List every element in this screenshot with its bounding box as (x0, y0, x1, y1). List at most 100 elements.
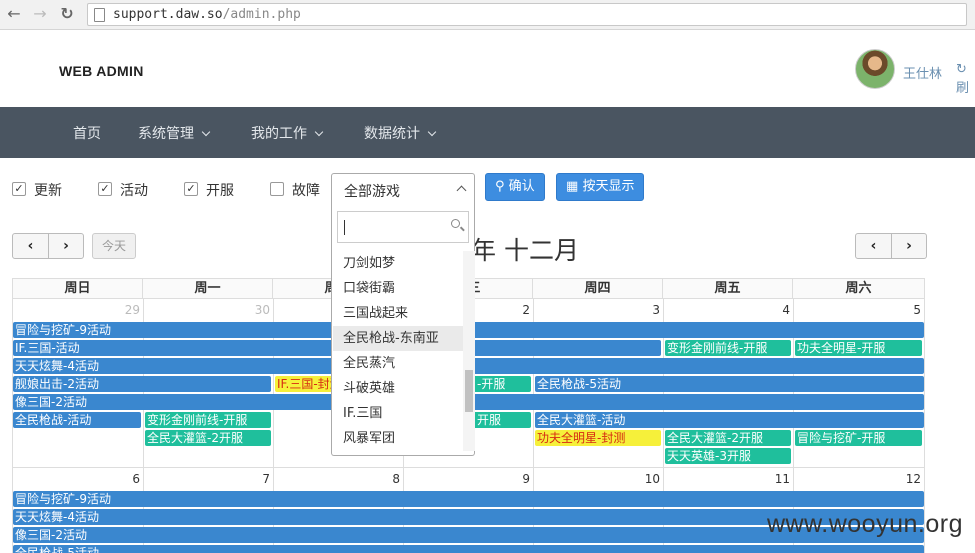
day-number[interactable]: 3 (533, 301, 663, 319)
day-number[interactable]: 8 (273, 470, 403, 488)
event-bar[interactable]: 全民大灌篮-活动 (535, 412, 924, 428)
dropdown-option[interactable]: 口袋街霸 (333, 276, 463, 301)
username-link[interactable]: 王仕林 (903, 63, 942, 82)
forward-arrow-icon[interactable]: → (28, 3, 52, 25)
game-select[interactable]: 全部游戏 (331, 173, 475, 205)
calendar-title: 年 十二月 (471, 236, 579, 265)
day-number[interactable]: 12 (793, 470, 924, 488)
event-bar[interactable]: 全民枪战-5活动 (13, 545, 924, 553)
next-year-button[interactable]: › (891, 234, 926, 258)
nav-system-label: 系统管理 (138, 126, 194, 142)
weekday-header: 周六 (793, 279, 925, 299)
main-navbar: 首页 系统管理 我的工作 数据统计 (0, 107, 975, 158)
checkbox-activity[interactable]: ✓ (98, 182, 112, 196)
event-bar[interactable]: 功夫全明星-封测 (535, 430, 661, 446)
confirm-button[interactable]: ⚲ 确认 (485, 173, 545, 201)
game-dropdown: 刀剑如梦 口袋街霸 三国战起来 全民枪战-东南亚 全民蒸汽 斗破英雄 IF.三国… (331, 205, 475, 456)
refresh-link[interactable]: ↻刷 (956, 62, 975, 96)
day-number[interactable]: 10 (533, 470, 663, 488)
chevron-down-icon (314, 127, 324, 137)
nav-stats[interactable]: 数据统计 (364, 123, 437, 143)
dropdown-scrollbar-thumb[interactable] (465, 370, 473, 412)
weekday-header: 周五 (663, 279, 793, 299)
event-bar[interactable]: 全民枪战-活动 (13, 412, 141, 428)
confirm-button-label: 确认 (508, 179, 535, 194)
brand-logo[interactable]: WEB ADMIN (59, 63, 144, 79)
refresh-label: 刷 (956, 81, 970, 96)
nav-home[interactable]: 首页 (73, 123, 101, 143)
weekday-header: 周四 (533, 279, 663, 299)
checkbox-update[interactable]: ✓ (12, 182, 26, 196)
calendar-icon: ▦ (566, 179, 579, 194)
event-bar[interactable]: 变形金刚前线-开服 (665, 340, 791, 356)
browser-toolbar: ← → ↻ support.daw.so/admin.php (0, 0, 975, 30)
checkbox-fault[interactable] (270, 182, 284, 196)
nav-my-work[interactable]: 我的工作 (251, 123, 324, 143)
prev-next-group: ‹ › (12, 233, 84, 259)
dropdown-option[interactable]: 全民蒸汽 (333, 351, 463, 376)
day-number[interactable]: 11 (663, 470, 793, 488)
prev-month-button[interactable]: ‹ (13, 234, 48, 258)
grid-line (12, 467, 925, 468)
day-number[interactable]: 7 (143, 470, 273, 488)
day-number[interactable]: 9 (403, 470, 533, 488)
by-day-button-label: 按天显示 (582, 179, 635, 194)
checkbox-fault-label: 故障 (292, 183, 320, 199)
event-bar[interactable]: 功夫全明星-开服 (795, 340, 922, 356)
dropdown-option[interactable]: 刀剑如梦 (333, 251, 463, 276)
url-path: /admin.php (222, 7, 301, 22)
checkbox-launch[interactable]: ✓ (184, 182, 198, 196)
url-host: support.daw.so (113, 7, 223, 22)
chevron-down-icon (427, 127, 437, 137)
weekday-header: 周日 (12, 279, 143, 299)
dropdown-option[interactable]: 斗破英雄 (333, 376, 463, 401)
chevron-down-icon (201, 127, 211, 137)
checkbox-launch-label: 开服 (206, 183, 234, 199)
dropdown-scrollbar[interactable] (463, 251, 475, 451)
event-bar[interactable]: 变形金刚前线-开服 (145, 412, 271, 428)
event-bar[interactable]: 全民大灌篮-2开服 (665, 430, 791, 446)
refresh-icon: ↻ (956, 62, 967, 77)
reload-icon[interactable]: ↻ (55, 3, 79, 25)
page: ← → ↻ support.daw.so/admin.php WEB ADMIN… (0, 0, 975, 553)
day-number[interactable]: 4 (663, 301, 793, 319)
event-bar[interactable]: 冒险与挖矿-开服 (795, 430, 922, 446)
url-text: support.daw.so/admin.php (113, 7, 301, 22)
dropdown-search-input[interactable] (337, 211, 469, 243)
dropdown-option[interactable]: 三国战起来 (333, 301, 463, 326)
search-icon (451, 219, 460, 228)
prev-next-group-right: ‹ › (855, 233, 927, 259)
today-button[interactable]: 今天 (92, 233, 136, 259)
user-avatar[interactable] (855, 49, 895, 89)
day-number[interactable]: 29 (12, 301, 143, 319)
back-arrow-icon[interactable]: ← (2, 3, 26, 25)
dropdown-list: 刀剑如梦 口袋街霸 三国战起来 全民枪战-东南亚 全民蒸汽 斗破英雄 IF.三国… (333, 251, 463, 451)
event-bar[interactable]: 全民枪战-5活动 (535, 376, 924, 392)
day-number[interactable]: 5 (793, 301, 924, 319)
dropdown-option[interactable]: IF.三国 (333, 401, 463, 426)
text-cursor (344, 220, 345, 235)
dropdown-option-highlighted[interactable]: 全民枪战-东南亚 (333, 326, 463, 351)
next-month-button[interactable]: › (48, 234, 83, 258)
address-bar[interactable]: support.daw.so/admin.php (87, 3, 967, 26)
event-bar[interactable]: 舰娘出击-2活动 (13, 376, 271, 392)
chevron-up-icon (456, 185, 467, 196)
day-number[interactable]: 6 (12, 470, 143, 488)
page-icon (94, 8, 105, 22)
prev-year-button[interactable]: ‹ (856, 234, 891, 258)
nav-my-work-label: 我的工作 (251, 126, 307, 142)
watermark: www.wooyun.org (767, 510, 963, 538)
dropdown-option[interactable]: 风暴军团 (333, 426, 463, 451)
event-bar[interactable]: 全民大灌篮-2开服 (145, 430, 271, 446)
by-day-button[interactable]: ▦ 按天显示 (556, 173, 645, 201)
checkbox-update-label: 更新 (34, 183, 62, 199)
nav-stats-label: 数据统计 (364, 126, 420, 142)
game-select-value: 全部游戏 (344, 184, 400, 200)
day-number[interactable]: 30 (143, 301, 273, 319)
event-bar[interactable]: 冒险与挖矿-9活动 (13, 491, 924, 507)
event-bar[interactable]: 天天英雄-3开服 (665, 448, 791, 464)
site-header: WEB ADMIN 王仕林 ↻刷 (0, 31, 975, 107)
weekday-header: 周一 (143, 279, 273, 299)
nav-system[interactable]: 系统管理 (138, 123, 211, 143)
checkbox-activity-label: 活动 (120, 183, 148, 199)
